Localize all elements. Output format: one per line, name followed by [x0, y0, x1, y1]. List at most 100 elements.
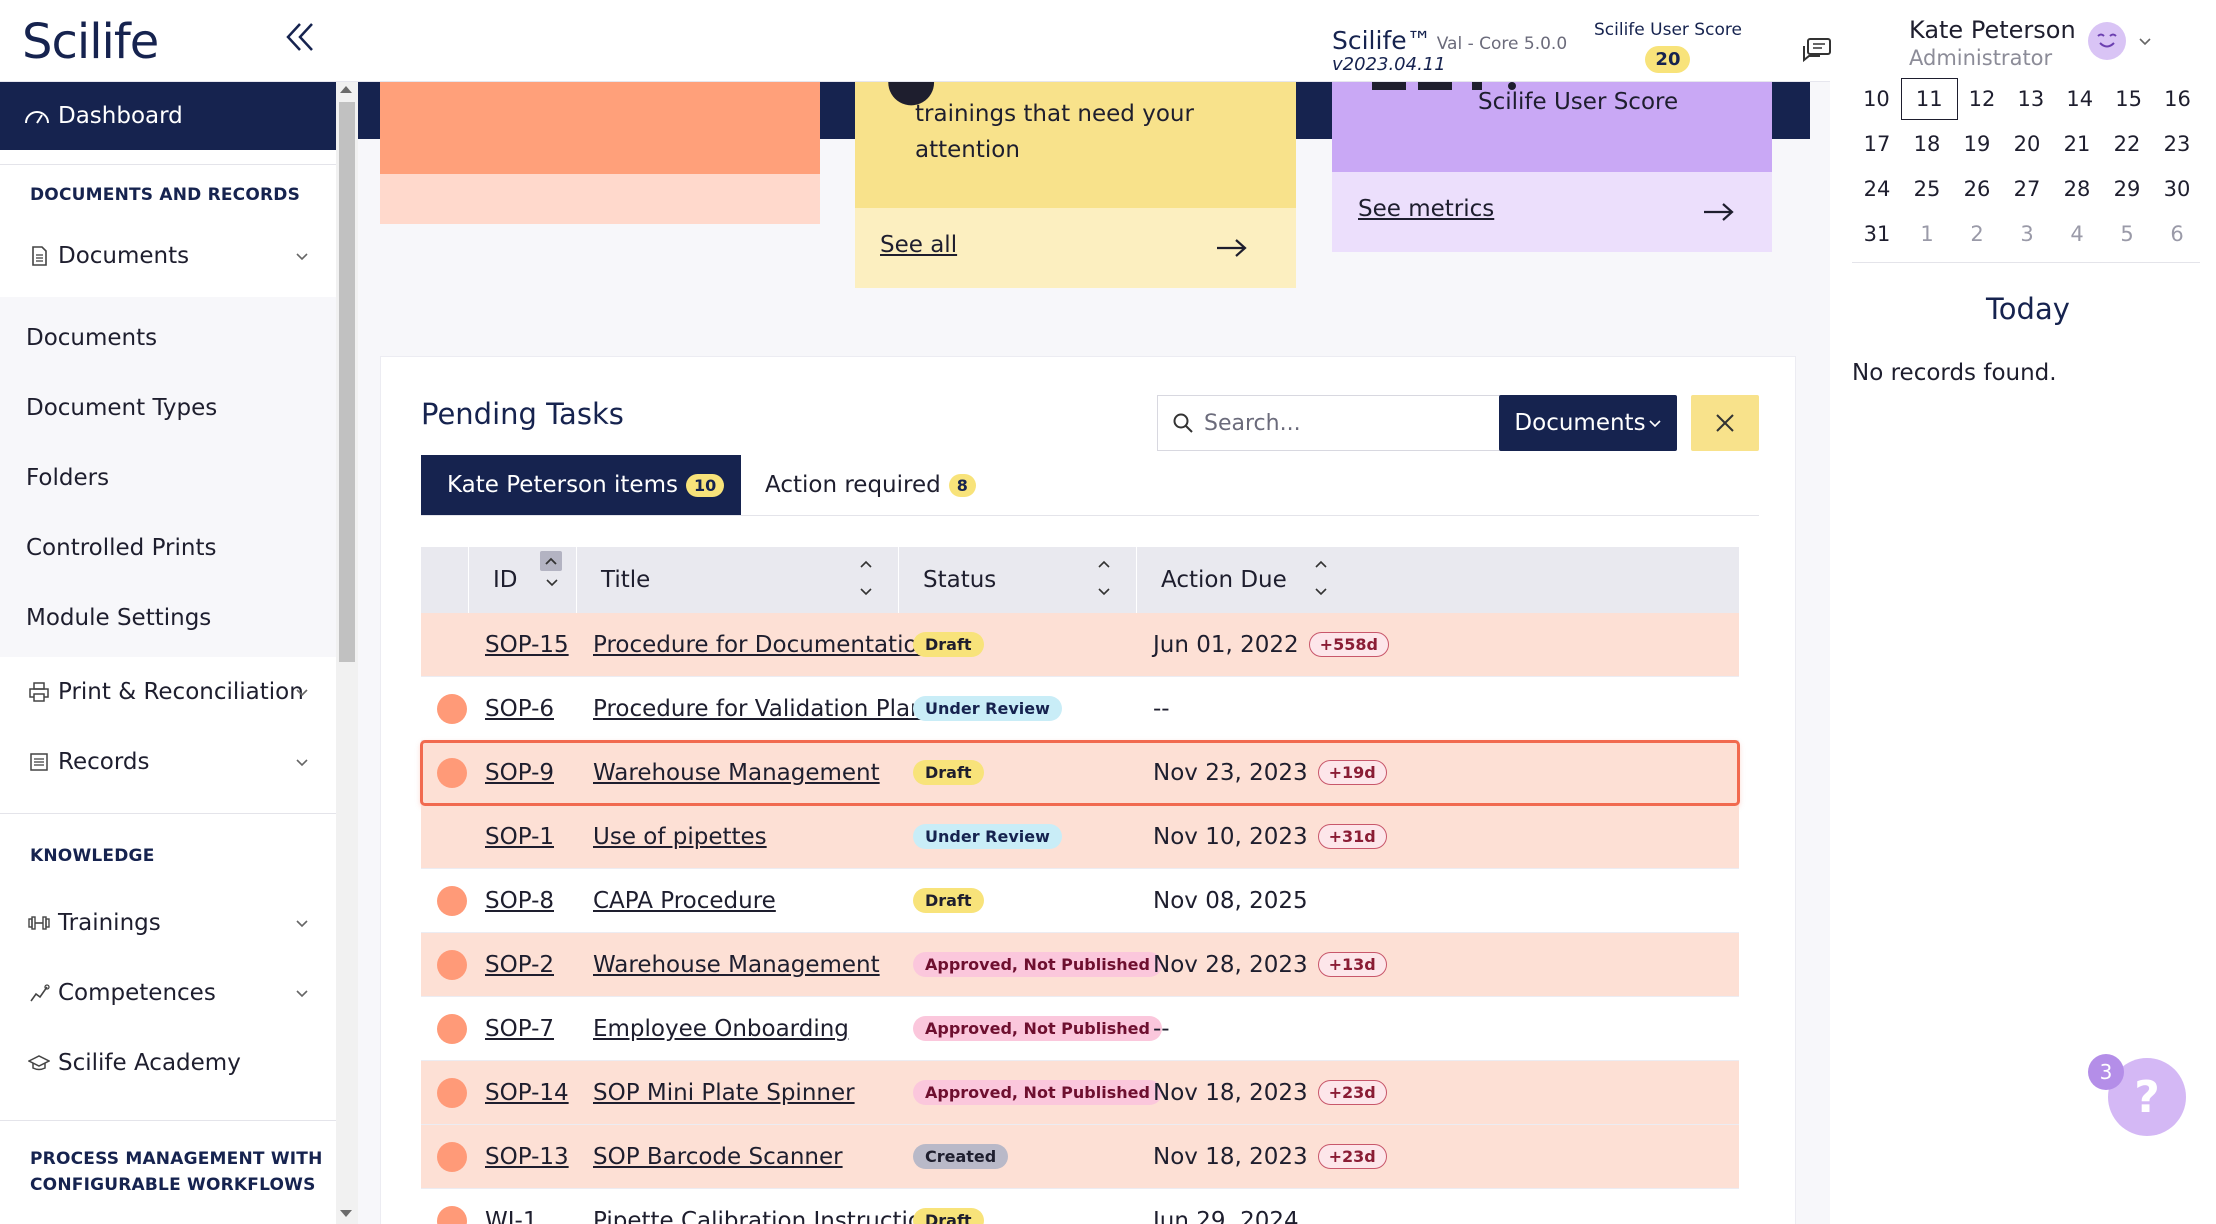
task-title-link[interactable]: SOP Barcode Scanner — [593, 1144, 843, 1170]
calendar-day[interactable]: 3 — [2002, 222, 2052, 246]
calendar-day[interactable]: 25 — [1902, 177, 1952, 201]
task-id-link[interactable]: SOP-1 — [485, 824, 554, 850]
feedback-icon[interactable] — [1802, 38, 1832, 64]
calendar-day[interactable]: 11 — [1900, 77, 1958, 120]
task-id-link[interactable]: SOP-13 — [485, 1144, 569, 1170]
calendar-day[interactable]: 18 — [1902, 132, 1952, 156]
calendar-day[interactable]: 31 — [1852, 222, 1902, 246]
sidebar-sub-controlled-prints[interactable]: Controlled Prints — [0, 513, 336, 583]
sidebar-sub-module-settings[interactable]: Module Settings — [0, 583, 336, 653]
calendar-day[interactable]: 19 — [1952, 132, 2002, 156]
table-row-highlighted[interactable]: SOP-9 Warehouse Management Draft Nov 23, 20… — [420, 740, 1740, 806]
sidebar-item-documents[interactable]: Documents — [0, 231, 336, 281]
sidebar-item-trainings[interactable]: Trainings — [0, 888, 336, 958]
calendar-day[interactable]: 27 — [2002, 177, 2052, 201]
chevron-down-icon[interactable] — [2138, 34, 2152, 48]
th-status[interactable]: Status — [899, 547, 1137, 613]
sidebar-item-records[interactable]: Records — [0, 727, 336, 797]
sidebar-item-scilife-academy[interactable]: Scilife Academy — [0, 1028, 336, 1098]
table-row[interactable]: SOP-8 CAPA Procedure Draft Nov 08, 2025 — [421, 869, 1739, 933]
th-title[interactable]: Title — [577, 547, 899, 613]
sort-icon[interactable] — [858, 555, 874, 601]
sidebar-sub-document-types[interactable]: Document Types — [0, 373, 336, 443]
arrow-right-icon[interactable] — [1702, 202, 1734, 222]
status-badge: Under Review — [913, 696, 1062, 721]
collapse-sidebar-icon[interactable] — [284, 18, 318, 62]
user-name[interactable]: Kate Peterson — [1909, 16, 2076, 44]
task-title-link[interactable]: Warehouse Management — [593, 952, 880, 978]
task-title-link[interactable]: Pipette Calibration Instructions — [593, 1208, 949, 1224]
avatar[interactable] — [2088, 22, 2126, 60]
calendar-day[interactable]: 21 — [2052, 132, 2102, 156]
task-id-link[interactable]: SOP-9 — [485, 760, 554, 786]
task-title-link[interactable]: CAPA Procedure — [593, 888, 776, 914]
calendar-day[interactable]: 5 — [2102, 222, 2152, 246]
see-all-link[interactable]: See all — [880, 232, 957, 258]
calendar-day[interactable]: 22 — [2102, 132, 2152, 156]
arrow-right-icon[interactable] — [1215, 238, 1247, 258]
search-input[interactable] — [1204, 410, 1484, 436]
task-id-link[interactable]: SOP-8 — [485, 888, 554, 914]
table-row[interactable]: SOP-6 Procedure for Validation Plan Under … — [421, 677, 1739, 741]
calendar-day[interactable]: 15 — [2104, 87, 2153, 111]
sort-desc-icon[interactable] — [544, 575, 560, 593]
table-row[interactable]: SOP-13 SOP Barcode Scanner Created Nov 18, … — [421, 1125, 1739, 1189]
calendar-day[interactable]: 14 — [2055, 87, 2104, 111]
calendar-day[interactable]: 24 — [1852, 177, 1902, 201]
sidebar-sub-documents[interactable]: Documents — [0, 303, 336, 373]
task-id-link[interactable]: SOP-14 — [485, 1080, 569, 1106]
sidebar-item-dashboard[interactable]: Dashboard — [0, 82, 336, 150]
task-title-link[interactable]: Procedure for Validation Plan — [593, 696, 925, 722]
table-row[interactable]: SOP-15 Procedure for Documentation Draft Ju… — [421, 613, 1739, 677]
task-title-link[interactable]: Warehouse Management — [593, 760, 880, 786]
sort-icon[interactable] — [1313, 555, 1329, 601]
sidebar-sub-folders[interactable]: Folders — [0, 443, 336, 513]
calendar-day[interactable]: 28 — [2052, 177, 2102, 201]
app-logo[interactable]: Scilife — [22, 14, 159, 70]
search-box[interactable] — [1157, 395, 1505, 451]
sidebar-item-print-reconciliation[interactable]: Print & Reconciliation — [0, 657, 336, 727]
sidebar-item-competences[interactable]: Competences — [0, 958, 336, 1028]
calendar-day[interactable]: 20 — [2002, 132, 2052, 156]
calendar-day[interactable]: 29 — [2102, 177, 2152, 201]
table-row[interactable]: SOP-1 Use of pipettes Under Review Nov 10, … — [421, 805, 1739, 869]
table-row[interactable]: SOP-2 Warehouse Management Approved, Not P… — [421, 933, 1739, 997]
table-row[interactable]: WI-1 Pipette Calibration Instructions Draf… — [421, 1189, 1739, 1224]
th-action-due[interactable]: Action Due — [1137, 547, 1353, 613]
table-row[interactable]: SOP-14 SOP Mini Plate Spinner Approved, No… — [421, 1061, 1739, 1125]
calendar-day[interactable]: 2 — [1952, 222, 2002, 246]
th-id[interactable]: ID — [469, 547, 577, 613]
task-title-link[interactable]: Use of pipettes — [593, 824, 767, 850]
calendar-day[interactable]: 26 — [1952, 177, 2002, 201]
user-score[interactable]: Scilife User Score 20 — [1594, 20, 1742, 73]
task-id-link[interactable]: SOP-7 — [485, 1016, 554, 1042]
tab-my-items[interactable]: Kate Peterson items 10 — [421, 455, 741, 515]
calendar-day[interactable]: 16 — [2153, 87, 2202, 111]
calendar-day[interactable]: 4 — [2052, 222, 2102, 246]
calendar-day[interactable]: 23 — [2152, 132, 2202, 156]
task-id-link[interactable]: SOP-15 — [485, 632, 569, 658]
sort-icon[interactable] — [1096, 555, 1112, 601]
calendar-day[interactable]: 6 — [2152, 222, 2202, 246]
clear-filter-button[interactable] — [1691, 395, 1759, 451]
sort-asc-active-icon[interactable] — [540, 551, 562, 571]
see-metrics-link[interactable]: See metrics — [1358, 196, 1494, 222]
table-row[interactable]: SOP-7 Employee Onboarding Approved, Not Pu… — [421, 997, 1739, 1061]
scroll-up-arrow-icon[interactable] — [340, 86, 352, 93]
task-id-link[interactable]: SOP-2 — [485, 952, 554, 978]
calendar-day[interactable]: 13 — [2006, 87, 2055, 111]
calendar-day[interactable]: 17 — [1852, 132, 1902, 156]
calendar-day[interactable]: 1 — [1902, 222, 1952, 246]
task-title-link[interactable]: SOP Mini Plate Spinner — [593, 1080, 855, 1106]
calendar-day[interactable]: 12 — [1958, 87, 2007, 111]
documents-filter-dropdown[interactable]: Documents — [1499, 395, 1677, 451]
calendar-day[interactable]: 30 — [2152, 177, 2202, 201]
task-title-link[interactable]: Procedure for Documentation — [593, 632, 932, 658]
scroll-down-arrow-icon[interactable] — [340, 1210, 352, 1217]
calendar-day[interactable]: 10 — [1852, 87, 1901, 111]
task-id-link[interactable]: WI-1 — [485, 1208, 537, 1224]
task-title-link[interactable]: Employee Onboarding — [593, 1016, 849, 1042]
sidebar-scroll-thumb[interactable] — [339, 102, 355, 662]
tab-action-required[interactable]: Action required 8 — [757, 455, 976, 515]
task-id-link[interactable]: SOP-6 — [485, 696, 554, 722]
